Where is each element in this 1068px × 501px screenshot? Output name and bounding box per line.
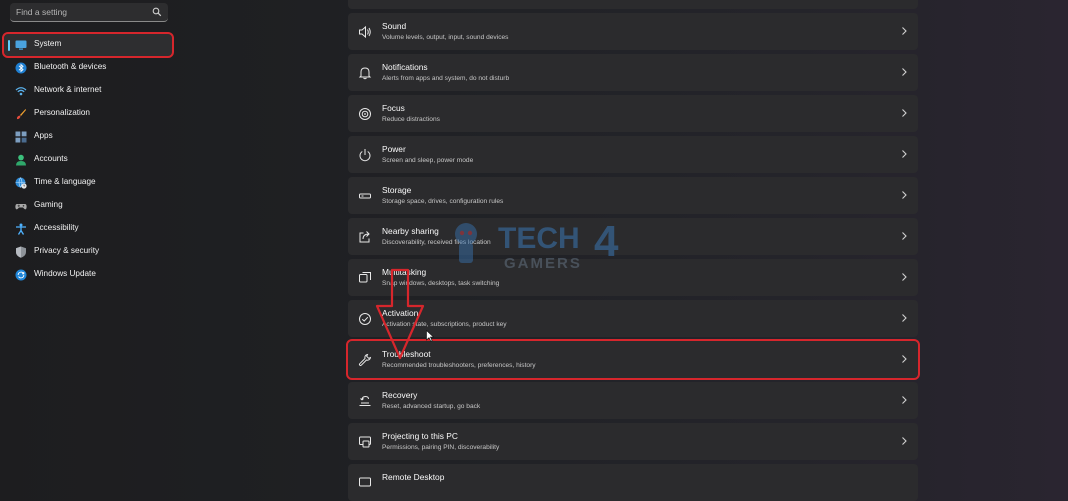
sidebar-item-apps[interactable]: Apps [10,126,170,148]
sidebar-item-label: Bluetooth & devices [34,62,107,71]
settings-row-multitasking[interactable]: Multitasking Snap windows, desktops, tas… [348,259,918,296]
sidebar-item-label: Personalization [34,108,90,117]
gamepad-icon [15,204,27,210]
sidebar-item-personalization[interactable]: Personalization [10,103,170,125]
speaker-icon [359,25,371,39]
sidebar-item-label: Accessibility [34,223,79,232]
monitor-icon [15,40,27,50]
row-subtitle: Alerts from apps and system, do not dist… [382,75,510,82]
share-icon [359,231,370,243]
sidebar-item-system[interactable]: System [2,32,174,58]
power-icon [359,149,371,162]
sidebar-item-time-language[interactable]: Time & language [10,172,170,194]
row-subtitle: Permissions, pairing PIN, discoverabilit… [382,444,500,451]
settings-row-sound[interactable]: Sound Volume levels, output, input, soun… [348,13,918,50]
system-settings-list: Sound Volume levels, output, input, soun… [346,0,920,501]
person-icon [16,154,26,166]
row-title: Storage [382,185,412,195]
settings-row-partial[interactable] [348,0,918,9]
storage-icon [359,193,371,199]
watermark-line2: GAMERS [504,255,582,272]
chevron-right-icon [902,150,907,158]
row-subtitle: Storage space, drives, configuration rul… [382,198,504,205]
sidebar-item-label: Network & internet [34,85,102,94]
sidebar-item-windows-update[interactable]: Windows Update [10,264,170,286]
projector-icon [359,436,371,448]
wifi-icon [15,87,27,96]
sidebar-item-accessibility[interactable]: Accessibility [10,218,170,240]
row-subtitle: Screen and sleep, power mode [382,157,474,164]
chevron-right-icon [902,232,907,240]
recovery-icon [359,395,371,406]
chevron-right-icon [902,68,907,76]
bell-icon [358,67,372,80]
settings-row-focus[interactable]: Focus Reduce distractions [348,95,918,132]
settings-row-power[interactable]: Power Screen and sleep, power mode [348,136,918,173]
settings-row-projecting[interactable]: Projecting to this PC Permissions, pairi… [348,423,918,460]
sidebar-item-privacy-security[interactable]: Privacy & security [10,241,170,263]
sidebar-item-label: Accounts [34,154,68,163]
row-title: Sound [382,21,407,31]
sidebar-item-label: Gaming [34,200,63,209]
sidebar-item-network[interactable]: Network & internet [10,80,170,102]
brush-icon [16,109,26,120]
settings-row-nearby-sharing[interactable]: Nearby sharing Discoverability, received… [348,218,918,255]
bluetooth-icon [15,62,27,74]
watermark-line1: TECH [498,222,580,255]
chevron-right-icon [902,314,907,322]
chevron-right-icon [902,273,907,281]
sidebar-item-gaming[interactable]: Gaming [10,195,170,217]
chevron-right-icon [902,355,907,363]
row-title: Remote Desktop [382,472,445,482]
accessibility-icon [16,223,26,235]
row-subtitle: Reduce distractions [382,116,440,123]
settings-row-storage[interactable]: Storage Storage space, drives, configura… [348,177,918,214]
row-subtitle: Reset, advanced startup, go back [382,403,481,410]
sidebar-item-bluetooth[interactable]: Bluetooth & devices [10,57,170,79]
row-title: Power [382,144,406,154]
chevron-right-icon [902,109,907,117]
search-box[interactable] [10,3,168,22]
mascot-logo [455,223,477,263]
settings-row-notifications[interactable]: Notifications Alerts from apps and syste… [348,54,918,91]
multitask-icon [359,272,371,283]
check-circle-icon [359,313,371,325]
row-title: Projecting to this PC [382,431,458,441]
sidebar-item-label: System [34,39,62,48]
chevron-right-icon [902,437,907,445]
focus-icon [359,108,371,120]
update-icon [15,269,27,281]
row-subtitle: Recommended troubleshooters, preferences… [382,362,536,369]
row-title: Recovery [382,390,418,400]
sidebar-item-label: Apps [34,131,53,140]
settings-row-remote-desktop[interactable]: Remote Desktop [348,464,918,501]
wrench-icon [358,353,372,367]
sidebar-item-label: Windows Update [34,269,96,278]
search-input[interactable] [10,3,150,21]
sidebar-item-label: Time & language [34,177,96,186]
settings-row-recovery[interactable]: Recovery Reset, advanced startup, go bac… [348,382,918,419]
chevron-right-icon [902,27,907,35]
remote-desktop-icon [359,477,371,487]
tech4gamers-watermark: TECH 4 GAMERS [455,217,619,272]
search-icon[interactable] [152,7,162,17]
chevron-right-icon [902,396,907,404]
red-down-arrow-icon [375,268,425,360]
row-title: Nearby sharing [382,226,439,236]
chevron-right-icon [902,191,907,199]
watermark-digit: 4 [594,217,619,266]
settings-row-troubleshoot[interactable]: Troubleshoot Recommended troubleshooters… [346,339,920,380]
active-indicator [8,40,10,51]
row-title: Focus [382,103,405,113]
apps-icon [15,131,27,143]
sidebar: System Bluetooth & devices Network & int… [0,0,182,482]
row-title: Notifications [382,62,428,72]
row-subtitle: Volume levels, output, input, sound devi… [382,34,509,41]
sidebar-item-label: Privacy & security [34,246,100,255]
shield-icon [16,246,26,258]
mouse-cursor-icon [426,330,434,342]
sidebar-item-accounts[interactable]: Accounts [10,149,170,171]
globe-clock-icon [15,177,27,189]
